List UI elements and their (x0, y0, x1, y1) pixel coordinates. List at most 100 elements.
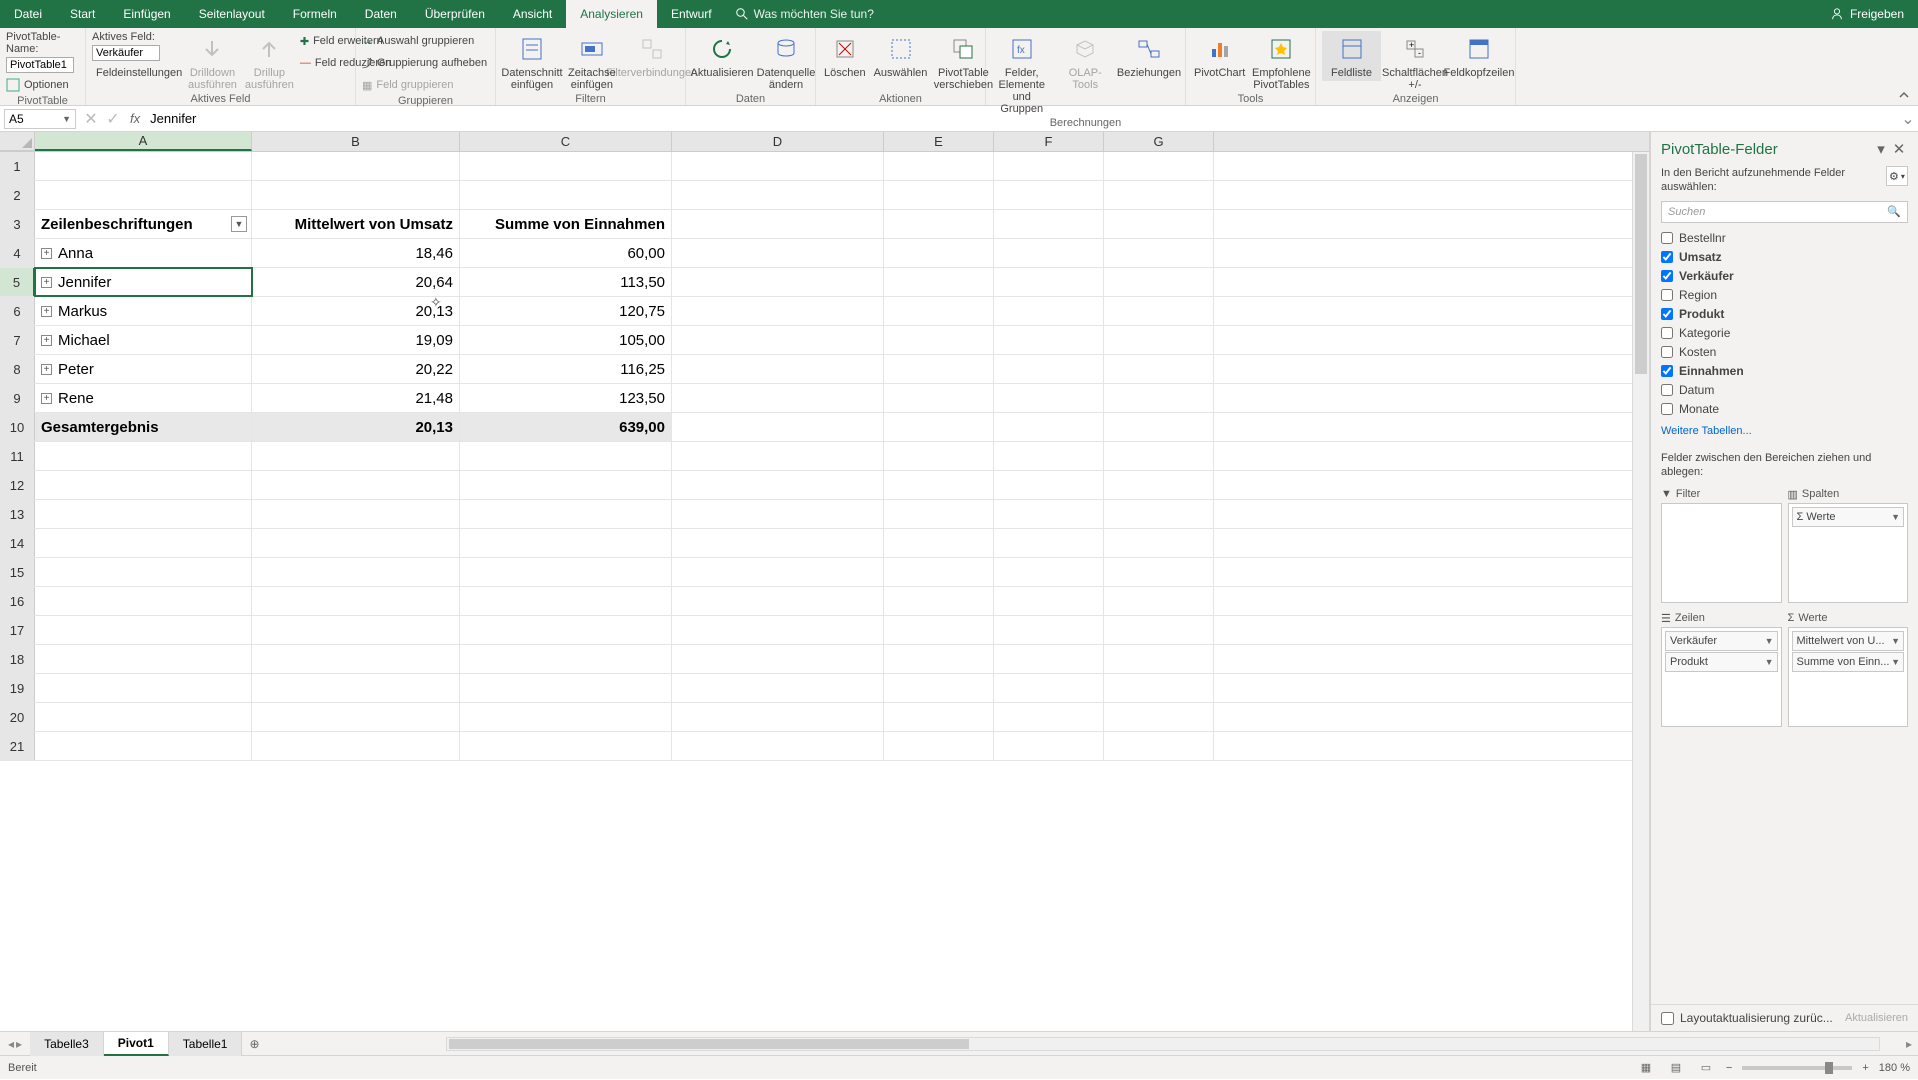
zoom-slider[interactable] (1742, 1066, 1852, 1070)
cell[interactable] (672, 268, 884, 296)
cell[interactable] (672, 413, 884, 441)
row-header-12[interactable]: 12 (0, 471, 35, 499)
cell[interactable] (1104, 471, 1214, 499)
field-checkbox[interactable] (1661, 289, 1673, 301)
field-bestellnr[interactable]: Bestellnr (1661, 229, 1908, 248)
zoom-level[interactable]: 180 % (1879, 1062, 1910, 1074)
cell[interactable] (884, 413, 994, 441)
active-field-input[interactable] (92, 45, 160, 61)
buttons-toggle[interactable]: +-Schaltflächen +/- (1385, 31, 1445, 93)
cell[interactable] (1104, 239, 1214, 267)
row-header-9[interactable]: 9 (0, 384, 35, 412)
cell[interactable] (994, 268, 1104, 296)
cell[interactable] (884, 500, 994, 528)
menu-tab-analysieren[interactable]: Analysieren (566, 0, 657, 28)
pivot-grand-total-b[interactable]: 20,13 (252, 413, 460, 441)
cell[interactable] (1104, 732, 1214, 760)
cell[interactable] (460, 616, 672, 644)
field-checkbox[interactable] (1661, 232, 1673, 244)
field-list-toggle[interactable]: Feldliste (1322, 31, 1381, 81)
cell[interactable] (672, 500, 884, 528)
field-umsatz[interactable]: Umsatz (1661, 248, 1908, 267)
row-header-5[interactable]: 5 (0, 268, 35, 296)
row-header-19[interactable]: 19 (0, 674, 35, 702)
cell[interactable] (460, 674, 672, 702)
expand-icon[interactable]: + (41, 335, 52, 346)
cell[interactable] (994, 558, 1104, 586)
cell[interactable] (35, 587, 252, 615)
fx-icon[interactable]: fx (130, 111, 140, 126)
row-header-13[interactable]: 13 (0, 500, 35, 528)
horizontal-scrollbar[interactable] (446, 1037, 1880, 1051)
row-header-14[interactable]: 14 (0, 529, 35, 557)
area-pill[interactable]: Σ Werte▼ (1792, 507, 1905, 527)
cell[interactable] (994, 152, 1104, 180)
cell[interactable] (35, 645, 252, 673)
cell[interactable] (1104, 297, 1214, 325)
cell[interactable] (252, 587, 460, 615)
field-region[interactable]: Region (1661, 286, 1908, 305)
fields-items-button[interactable]: fxFelder, Elemente und Gruppen (992, 31, 1052, 117)
expand-icon[interactable]: + (41, 306, 52, 317)
cell[interactable] (460, 442, 672, 470)
row-header-3[interactable]: 3 (0, 210, 35, 238)
row-header-15[interactable]: 15 (0, 558, 35, 586)
row-header-8[interactable]: 8 (0, 355, 35, 383)
area-pill[interactable]: Produkt▼ (1665, 652, 1778, 672)
cell[interactable] (994, 674, 1104, 702)
cell[interactable] (672, 471, 884, 499)
cell[interactable] (672, 616, 884, 644)
field-produkt[interactable]: Produkt (1661, 305, 1908, 324)
cell[interactable] (35, 732, 252, 760)
pivot-col-c-header[interactable]: Summe von Einnahmen (460, 210, 672, 238)
field-monate[interactable]: Monate (1661, 400, 1908, 419)
hscroll-right[interactable]: ▸ (1900, 1037, 1918, 1051)
cell[interactable] (994, 442, 1104, 470)
column-header-D[interactable]: D (672, 132, 884, 151)
cell[interactable] (35, 181, 252, 209)
menu-tab-überprüfen[interactable]: Überprüfen (411, 0, 499, 28)
cell[interactable] (460, 181, 672, 209)
field-checkbox[interactable] (1661, 346, 1673, 358)
row-header-16[interactable]: 16 (0, 587, 35, 615)
cell[interactable] (1104, 268, 1214, 296)
cell[interactable] (884, 210, 994, 238)
cell[interactable] (35, 674, 252, 702)
cell[interactable] (35, 500, 252, 528)
cell[interactable] (994, 413, 1104, 441)
field-headers-toggle[interactable]: Feldkopfzeilen (1449, 31, 1509, 81)
cell[interactable] (884, 355, 994, 383)
cell[interactable] (994, 210, 1104, 238)
row-header-17[interactable]: 17 (0, 616, 35, 644)
field-checkbox[interactable] (1661, 327, 1673, 339)
cell[interactable] (672, 326, 884, 354)
cell[interactable] (252, 471, 460, 499)
clear-button[interactable]: Löschen (822, 31, 868, 81)
menu-tab-formeln[interactable]: Formeln (279, 0, 351, 28)
row-header-11[interactable]: 11 (0, 442, 35, 470)
area-rows-box[interactable]: Verkäufer▼Produkt▼ (1661, 627, 1782, 727)
cell[interactable] (1104, 558, 1214, 586)
cell[interactable] (884, 471, 994, 499)
cell[interactable] (994, 297, 1104, 325)
cell[interactable] (252, 645, 460, 673)
row-labels-filter[interactable]: ▼ (231, 216, 247, 232)
insert-timeline-button[interactable]: Zeitachse einfügen (566, 31, 618, 93)
cell[interactable] (994, 616, 1104, 644)
cell[interactable] (672, 529, 884, 557)
cell[interactable] (994, 326, 1104, 354)
cell[interactable] (672, 384, 884, 412)
row-header-21[interactable]: 21 (0, 732, 35, 760)
change-datasource-button[interactable]: Datenquelle ändern (756, 31, 816, 93)
cell[interactable] (252, 732, 460, 760)
cell[interactable] (460, 152, 672, 180)
menu-tab-entwurf[interactable]: Entwurf (657, 0, 726, 28)
pivot-value-b[interactable]: 19,09 (252, 326, 460, 354)
field-checkbox[interactable] (1661, 403, 1673, 415)
cell[interactable] (35, 616, 252, 644)
expand-icon[interactable]: + (41, 364, 52, 375)
column-header-G[interactable]: G (1104, 132, 1214, 151)
field-datum[interactable]: Datum (1661, 381, 1908, 400)
cell[interactable] (35, 471, 252, 499)
cell[interactable] (672, 355, 884, 383)
